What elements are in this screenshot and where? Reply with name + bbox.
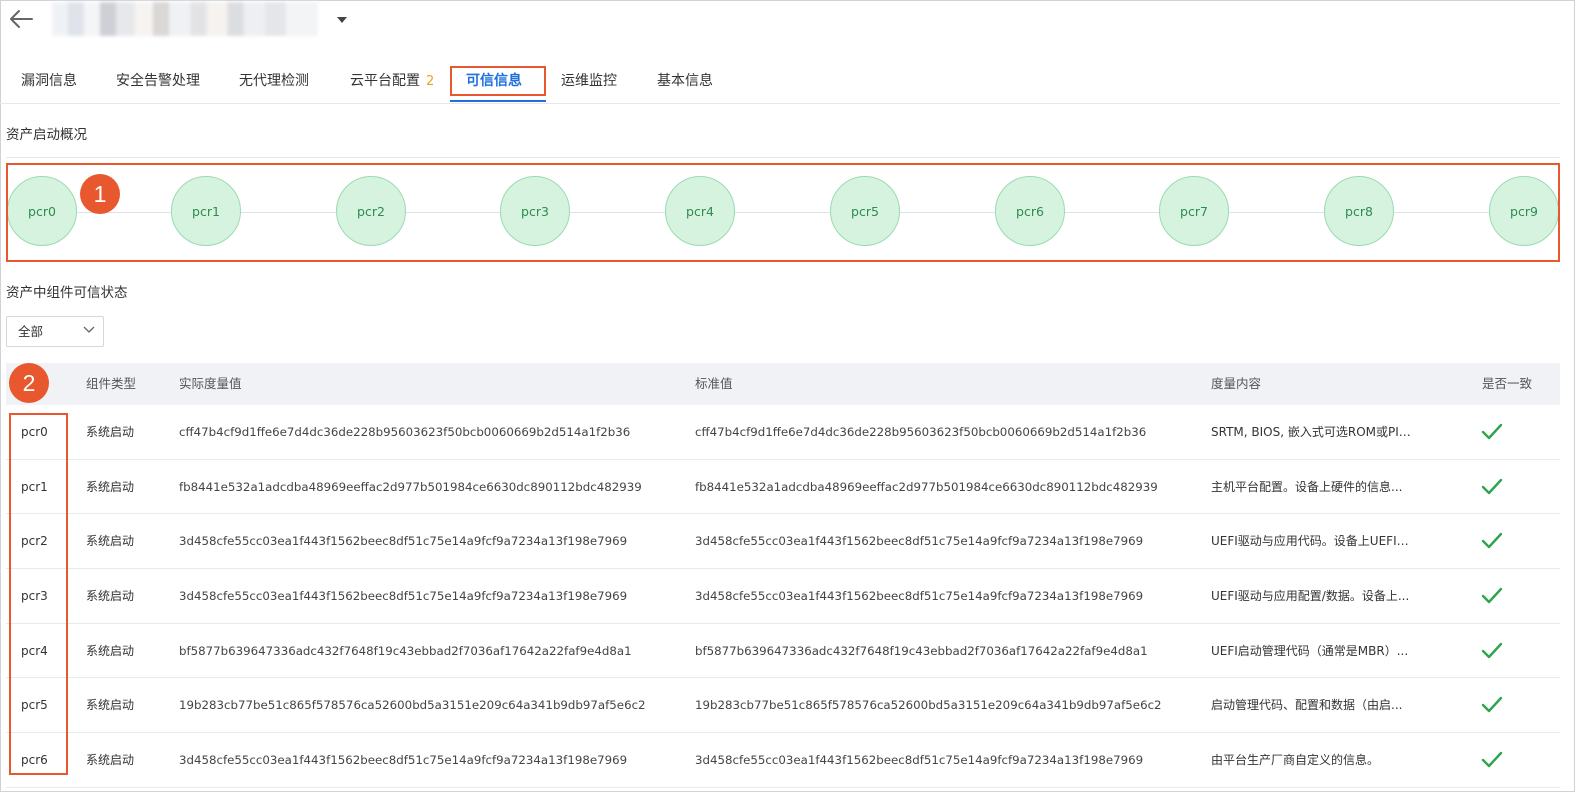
cell-actual-value: 3d458cfe55cc03ea1f443f1562beec8df51c75e1… — [179, 589, 628, 604]
tab-vulnerability[interactable]: 漏洞信息 — [21, 62, 77, 103]
cell-content: 由平台生产厂商自定义的信息。 — [1211, 753, 1380, 768]
cell-actual-value: 3d458cfe55cc03ea1f443f1562beec8df51c75e1… — [179, 753, 628, 768]
table-row: pcr2 系统启动 3d458cfe55cc03ea1f443f1562beec8d… — [6, 514, 1560, 570]
check-icon — [1481, 751, 1503, 768]
back-arrow-icon[interactable] — [6, 4, 36, 34]
boot-overview-title: 资产启动概况 — [6, 127, 87, 143]
cell-content: UEFI启动管理代码（通常是MBR）... — [1211, 643, 1409, 658]
cell-type: 系统启动 — [86, 643, 135, 658]
check-icon — [1481, 697, 1503, 713]
check-icon — [1481, 423, 1503, 440]
cell-content: SRTM, BIOS, 嵌入式可选ROM或PI驱... — [1211, 425, 1416, 439]
cell-type: 系统启动 — [86, 698, 135, 713]
chevron-down-icon — [83, 326, 95, 333]
col-header-standard: 标准值 — [695, 376, 733, 391]
table-row: pcr3 系统启动 3d458cfe55cc03ea1f443f1562beec8d… — [6, 569, 1560, 624]
col-header-actual: 实际度量值 — [179, 376, 242, 391]
component-status-title: 资产中组件可信状态 — [6, 285, 128, 301]
table-row: pcr0 系统启动 cff47b4cf9d1ffe6e7d4dc36de228b95… — [6, 405, 1560, 460]
check-icon — [1481, 587, 1503, 604]
cell-standard-value: 3d458cfe55cc03ea1f443f1562beec8df51c75e1… — [695, 753, 1144, 768]
table-row: pcr6 系统启动 3d458cfe55cc03ea1f443f1562beec8d… — [6, 733, 1560, 788]
cell-type: 系统启动 — [86, 479, 135, 494]
check-icon — [1481, 478, 1503, 494]
filter-select-value: 全部 — [18, 324, 44, 339]
component-table: 组件类型 实际度量值 标准值 度量内容 是否一致 pcr0 系统启动 cff47b4… — [6, 363, 1560, 788]
tab-basic-info[interactable]: 基本信息 — [657, 62, 713, 103]
table-body: pcr0 系统启动 cff47b4cf9d1ffe6e7d4dc36de228b95… — [6, 405, 1560, 788]
col-header-type: 组件类型 — [86, 376, 137, 391]
annotation-marker-1: 1 — [80, 174, 120, 214]
table-header: 组件类型 实际度量值 标准值 度量内容 是否一致 — [6, 363, 1560, 405]
tab-security-alerts[interactable]: 安全告警处理 — [116, 62, 200, 103]
cell-actual-value: bf5877b639647336adc432f7648f19c43ebbad2f… — [179, 643, 632, 658]
check-icon — [1481, 533, 1503, 549]
cell-standard-value: 3d458cfe55cc03ea1f443f1562beec8df51c75e1… — [695, 534, 1144, 549]
cell-type: 系统启动 — [86, 589, 135, 604]
cell-actual-value: 19b283cb77be51c865f578576ca52600bd5a3151… — [179, 698, 646, 713]
col-header-content: 度量内容 — [1211, 376, 1262, 391]
tab-cloud-platform-config[interactable]: 云平台配置 2 — [350, 62, 434, 103]
cell-type: 系统启动 — [86, 425, 135, 439]
cell-type: 系统启动 — [86, 753, 135, 768]
table-row: pcr4 系统启动 bf5877b639647336adc432f7648f19c4… — [6, 624, 1560, 679]
section-divider — [6, 157, 1560, 158]
cell-actual-value: fb8441e532a1adcdba48969eeffac2d977b50198… — [179, 479, 642, 494]
annotation-box-pcr-column — [9, 413, 68, 775]
cell-content: UEFI驱动与应用代码。设备上UEFI固... — [1211, 534, 1416, 549]
cell-content: 启动管理代码、配置和数据（由启... — [1211, 698, 1403, 713]
tab-agentless-detection[interactable]: 无代理检测 — [239, 62, 309, 103]
table-row: pcr1 系统启动 fb8441e532a1adcdba48969eeffac2d9… — [6, 460, 1560, 515]
active-tab-indicator — [450, 100, 546, 102]
cell-content: 主机平台配置。设备上硬件的信息... — [1211, 479, 1403, 494]
col-header-consistent: 是否一致 — [1482, 376, 1533, 391]
cell-standard-value: 19b283cb77be51c865f578576ca52600bd5a3151… — [695, 698, 1162, 713]
cell-type: 系统启动 — [86, 534, 135, 549]
count-badge: 2 — [426, 74, 435, 89]
table-row: pcr5 系统启动 19b283cb77be51c865f578576ca52600… — [6, 678, 1560, 734]
cell-standard-value: bf5877b639647336adc432f7648f19c43ebbad2f… — [695, 643, 1148, 658]
tab-ops-monitoring[interactable]: 运维监控 — [561, 62, 617, 103]
caret-down-icon[interactable] — [336, 14, 348, 24]
asset-name-redacted — [52, 2, 318, 36]
cell-standard-value: 3d458cfe55cc03ea1f443f1562beec8df51c75e1… — [695, 589, 1144, 604]
annotation-box-tab — [450, 66, 546, 96]
check-icon — [1481, 642, 1503, 658]
annotation-box-pcr-chain — [6, 163, 1560, 262]
cell-actual-value: 3d458cfe55cc03ea1f443f1562beec8df51c75e1… — [179, 534, 628, 549]
annotation-marker-2: 2 — [9, 363, 49, 403]
tab-bar: 漏洞信息 安全告警处理 无代理检测 云平台配置 2 可信信息 运维监控 基本信息 — [0, 62, 1560, 104]
cell-standard-value: cff47b4cf9d1ffe6e7d4dc36de228b95603623f5… — [695, 425, 1147, 439]
cell-standard-value: fb8441e532a1adcdba48969eeffac2d977b50198… — [695, 479, 1158, 494]
filter-select[interactable]: 全部 — [6, 316, 104, 347]
cell-content: UEFI驱动与应用配置/数据。设备上... — [1211, 589, 1410, 604]
cell-actual-value: cff47b4cf9d1ffe6e7d4dc36de228b95603623f5… — [179, 425, 631, 439]
